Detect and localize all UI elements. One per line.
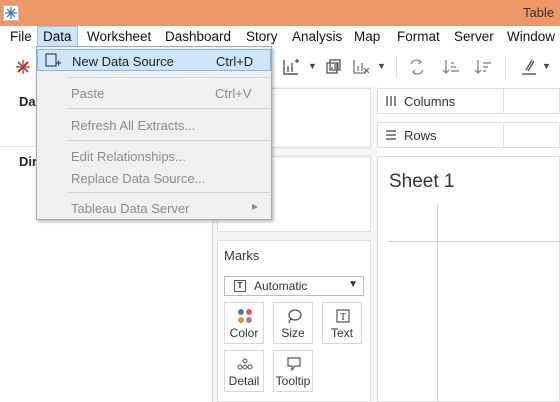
highlight-pen-icon[interactable] bbox=[520, 58, 538, 76]
edit-relationships-label: Edit Relationships... bbox=[71, 149, 186, 164]
menu-map[interactable]: Map bbox=[349, 26, 385, 48]
menu-server[interactable]: Server bbox=[449, 26, 499, 48]
tableau-data-server-label: Tableau Data Server bbox=[71, 201, 190, 216]
mark-type-dropdown[interactable]: T Automatic ▼ bbox=[224, 276, 364, 296]
clear-sheet-icon[interactable] bbox=[352, 58, 370, 76]
new-data-source-icon bbox=[44, 52, 62, 70]
color-mark-button[interactable]: Color bbox=[224, 302, 264, 344]
new-data-source-label: New Data Source bbox=[72, 54, 174, 69]
text-label: Text bbox=[330, 326, 353, 340]
detail-mark-button[interactable]: Detail bbox=[224, 350, 264, 392]
text-label-icon: T bbox=[335, 308, 351, 324]
sheet-vertical-axis bbox=[437, 204, 438, 402]
size-label: Size bbox=[281, 326, 305, 340]
menu-format[interactable]: Format bbox=[392, 26, 445, 48]
menu-window[interactable]: Window bbox=[502, 26, 560, 48]
menu-separator bbox=[67, 77, 270, 78]
menu-item-new-data-source[interactable]: New Data Source Ctrl+D bbox=[37, 49, 271, 71]
new-data-source-shortcut: Ctrl+D bbox=[216, 54, 254, 69]
menu-item-tableau-data-server[interactable]: Tableau Data Server ▶ bbox=[37, 197, 271, 219]
data-pane-heading: Da bbox=[19, 94, 36, 109]
detail-label: Detail bbox=[228, 374, 260, 388]
text-mark-icon: T bbox=[234, 280, 246, 292]
title-bar: Table bbox=[0, 0, 560, 26]
menu-separator bbox=[67, 140, 270, 141]
detail-dots-icon bbox=[237, 356, 253, 372]
tooltip-label: Tooltip bbox=[275, 374, 311, 388]
paste-label: Paste bbox=[71, 86, 105, 101]
columns-shelf[interactable]: Columns bbox=[377, 88, 560, 114]
menu-analysis[interactable]: Analysis bbox=[287, 26, 347, 48]
tooltip-bubble-icon bbox=[286, 356, 302, 372]
size-lasso-icon bbox=[286, 308, 302, 324]
shelf-divider bbox=[503, 123, 504, 147]
chevron-down-icon[interactable]: ▼ bbox=[308, 61, 317, 71]
color-dots-icon bbox=[237, 308, 253, 324]
menu-item-refresh-all-extracts[interactable]: Refresh All Extracts... bbox=[37, 114, 271, 136]
text-mark-button[interactable]: T Text bbox=[322, 302, 362, 344]
sort-ascending-icon[interactable] bbox=[442, 58, 460, 76]
paste-shortcut: Ctrl+V bbox=[215, 86, 252, 101]
data-menu-dropdown: New Data Source Ctrl+D Paste Ctrl+V Refr… bbox=[36, 46, 272, 220]
chevron-down-icon: ▼ bbox=[348, 279, 358, 290]
rows-icon bbox=[385, 129, 397, 141]
menu-worksheet[interactable]: Worksheet bbox=[82, 26, 156, 48]
new-chart-icon[interactable] bbox=[282, 58, 300, 76]
size-mark-button[interactable]: Size bbox=[273, 302, 313, 344]
menu-story[interactable]: Story bbox=[241, 26, 283, 48]
menu-item-edit-relationships[interactable]: Edit Relationships... bbox=[37, 145, 271, 167]
columns-icon bbox=[385, 95, 397, 107]
dimensions-heading: Dir bbox=[19, 154, 38, 169]
color-label: Color bbox=[229, 326, 259, 340]
menu-item-paste[interactable]: Paste Ctrl+V bbox=[37, 82, 271, 104]
sheet-horizontal-axis bbox=[388, 241, 560, 242]
tableau-logo-icon[interactable] bbox=[14, 58, 32, 76]
menu-separator bbox=[67, 108, 270, 109]
chevron-down-icon[interactable]: ▼ bbox=[542, 61, 551, 71]
submenu-arrow-icon: ▶ bbox=[252, 202, 259, 211]
tableau-app-icon[interactable] bbox=[3, 5, 19, 21]
refresh-all-extracts-label: Refresh All Extracts... bbox=[71, 118, 196, 133]
svg-text:T: T bbox=[340, 312, 346, 323]
menu-file[interactable]: File bbox=[5, 26, 37, 48]
window-title: Table bbox=[523, 5, 555, 20]
chevron-down-icon[interactable]: ▼ bbox=[377, 61, 386, 71]
replace-data-source-label: Replace Data Source... bbox=[71, 171, 206, 186]
toolbar-separator bbox=[396, 56, 397, 78]
menu-data[interactable]: Data bbox=[37, 26, 78, 48]
menu-dashboard[interactable]: Dashboard bbox=[160, 26, 236, 48]
mark-type-label: Automatic bbox=[254, 279, 308, 293]
menu-bar: File Data Worksheet Dashboard Story Anal… bbox=[0, 26, 560, 48]
sort-descending-icon[interactable] bbox=[474, 58, 492, 76]
rows-shelf[interactable]: Rows bbox=[377, 122, 560, 148]
marks-card-title: Marks bbox=[224, 248, 260, 263]
menu-separator bbox=[67, 192, 270, 193]
shelf-divider bbox=[503, 89, 504, 113]
columns-shelf-label: Columns bbox=[404, 94, 456, 109]
rows-shelf-label: Rows bbox=[404, 128, 437, 143]
menu-item-replace-data-source[interactable]: Replace Data Source... bbox=[37, 167, 271, 189]
tooltip-mark-button[interactable]: Tooltip bbox=[273, 350, 313, 392]
toolbar-separator bbox=[505, 56, 506, 78]
duplicate-sheet-icon[interactable] bbox=[324, 58, 342, 76]
swap-rows-columns-icon[interactable] bbox=[408, 58, 426, 76]
sheet-title[interactable]: Sheet 1 bbox=[389, 171, 455, 193]
